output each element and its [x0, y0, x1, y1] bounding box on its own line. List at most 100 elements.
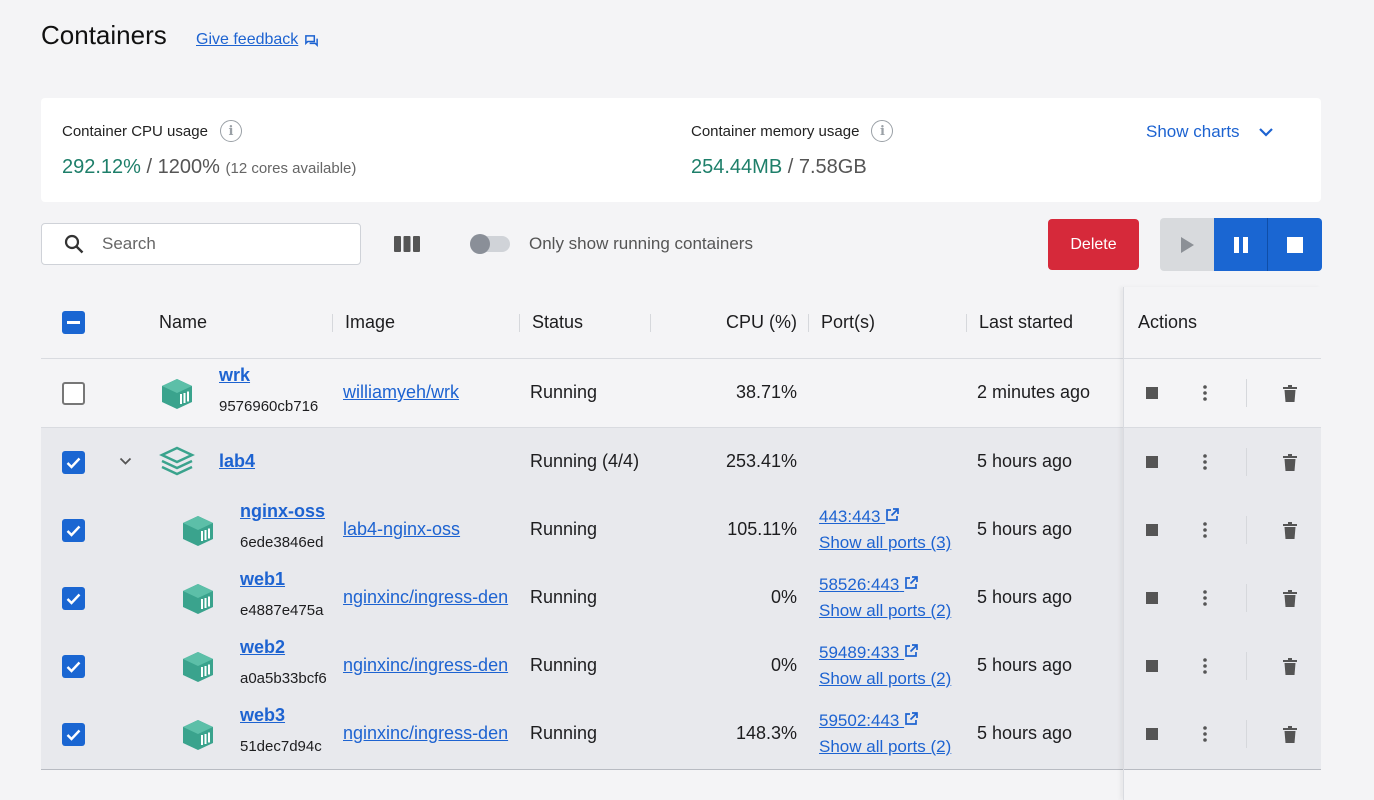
action-divider	[1246, 516, 1247, 544]
container-icon	[183, 516, 213, 546]
port-link[interactable]: 59489:433	[819, 643, 918, 663]
container-name-link[interactable]: web2	[240, 637, 285, 658]
stop-icon[interactable]	[1146, 387, 1158, 399]
action-divider	[1246, 652, 1247, 680]
action-divider	[1246, 720, 1247, 748]
stop-icon[interactable]	[1146, 456, 1158, 468]
cpu-value: 0%	[770, 587, 797, 607]
container-name-link[interactable]: web3	[240, 705, 285, 726]
running-only-toggle[interactable]	[470, 234, 510, 254]
cpu-usage-label: Container CPU usage i	[62, 120, 242, 142]
row-checkbox[interactable]	[62, 451, 85, 474]
show-all-ports-link[interactable]: Show all ports (2)	[819, 601, 951, 621]
status-text: Running	[530, 655, 598, 675]
search-input[interactable]	[102, 234, 322, 254]
columns-icon[interactable]	[393, 234, 421, 254]
port-link[interactable]: 59502:443	[819, 711, 918, 731]
status-text: Running	[530, 723, 598, 743]
stop-icon[interactable]	[1146, 660, 1158, 672]
compose-name-link[interactable]: lab4	[219, 451, 255, 472]
more-options-icon[interactable]	[1202, 385, 1208, 401]
stop-icon[interactable]	[1146, 728, 1158, 740]
cpu-value: 0%	[770, 655, 797, 675]
info-icon[interactable]: i	[219, 120, 242, 142]
give-feedback-link[interactable]: Give feedback	[196, 31, 319, 49]
port-link[interactable]: 58526:443	[819, 575, 918, 595]
column-header-last-started[interactable]: Last started	[979, 312, 1073, 333]
image-link[interactable]: nginxinc/ingress-den	[343, 655, 521, 676]
container-name-link[interactable]: web1	[240, 569, 285, 590]
give-feedback-label: Give feedback	[196, 31, 299, 48]
play-icon	[1181, 236, 1194, 253]
cpu-cores-note: (12 cores available)	[225, 160, 357, 177]
container-icon	[183, 584, 213, 614]
select-all-checkbox[interactable]	[62, 311, 85, 334]
trash-icon[interactable]	[1283, 590, 1297, 607]
status-text: Running	[530, 587, 598, 607]
show-all-ports-link[interactable]: Show all ports (2)	[819, 737, 951, 757]
more-options-icon[interactable]	[1202, 726, 1208, 742]
show-charts-button[interactable]: Show charts	[1146, 122, 1274, 142]
info-icon[interactable]: i	[871, 120, 894, 142]
memory-usage-value: 254.44MB / 7.58GB	[691, 156, 867, 178]
last-started: 5 hours ago	[977, 655, 1073, 675]
usage-stats-panel: Container CPU usage i 292.12% / 1200% (1…	[41, 98, 1321, 202]
action-divider	[1246, 379, 1247, 407]
trash-icon[interactable]	[1283, 454, 1297, 471]
pause-button[interactable]	[1214, 218, 1268, 271]
last-started: 5 hours ago	[977, 723, 1073, 743]
image-link[interactable]: lab4-nginx-oss	[343, 519, 521, 540]
actions-column: Actions	[1123, 287, 1321, 800]
image-link[interactable]: nginxinc/ingress-den	[343, 587, 521, 608]
status-text: Running	[530, 382, 598, 402]
container-id: e4887e475a	[240, 602, 324, 619]
container-id: 6ede3846ed	[240, 534, 324, 551]
delete-button[interactable]: Delete	[1048, 219, 1139, 270]
container-name-link[interactable]: wrk	[219, 365, 250, 386]
container-icon	[183, 720, 213, 750]
trash-icon[interactable]	[1283, 726, 1297, 743]
cpu-value: 38.71%	[735, 382, 797, 402]
image-link[interactable]: nginxinc/ingress-den	[343, 723, 521, 744]
action-divider	[1246, 448, 1247, 476]
chevron-down-icon[interactable]	[119, 457, 132, 466]
external-link-icon	[905, 576, 918, 589]
trash-icon[interactable]	[1283, 522, 1297, 539]
show-all-ports-link[interactable]: Show all ports (3)	[819, 533, 951, 553]
more-options-icon[interactable]	[1202, 454, 1208, 470]
column-header-status[interactable]: Status	[532, 312, 583, 333]
column-header-name[interactable]: Name	[159, 312, 207, 333]
show-all-ports-link[interactable]: Show all ports (2)	[819, 669, 951, 689]
row-checkbox[interactable]	[62, 519, 85, 542]
cpu-value: 148.3%	[735, 723, 797, 743]
container-icon	[162, 379, 192, 409]
image-link[interactable]: williamyeh/wrk	[343, 382, 521, 403]
row-checkbox[interactable]	[62, 382, 85, 405]
row-checkbox[interactable]	[62, 655, 85, 678]
page-title: Containers	[41, 20, 167, 50]
stop-icon	[1287, 236, 1303, 253]
more-options-icon[interactable]	[1202, 590, 1208, 606]
stop-button[interactable]	[1268, 218, 1322, 271]
container-name-link[interactable]: nginx-oss	[240, 501, 325, 522]
stop-icon[interactable]	[1146, 592, 1158, 604]
stop-icon[interactable]	[1146, 524, 1158, 536]
row-checkbox[interactable]	[62, 587, 85, 610]
more-options-icon[interactable]	[1202, 658, 1208, 674]
port-link[interactable]: 443:443	[819, 507, 900, 527]
trash-icon[interactable]	[1283, 385, 1297, 402]
memory-usage-label: Container memory usage i	[691, 120, 894, 142]
more-options-icon[interactable]	[1202, 522, 1208, 538]
row-checkbox[interactable]	[62, 723, 85, 746]
search-box[interactable]	[41, 223, 361, 265]
column-header-image[interactable]: Image	[345, 312, 395, 333]
column-header-ports[interactable]: Port(s)	[821, 312, 875, 333]
pause-icon	[1233, 236, 1248, 253]
column-header-cpu[interactable]: CPU (%)	[726, 312, 797, 333]
status-text: Running	[530, 519, 598, 539]
trash-icon[interactable]	[1283, 658, 1297, 675]
containers-table: Name Image Status CPU (%) Port(s) Last s…	[41, 287, 1321, 800]
start-button[interactable]	[1160, 218, 1214, 271]
external-link-icon	[905, 644, 918, 657]
cpu-value: 253.41%	[725, 451, 797, 471]
